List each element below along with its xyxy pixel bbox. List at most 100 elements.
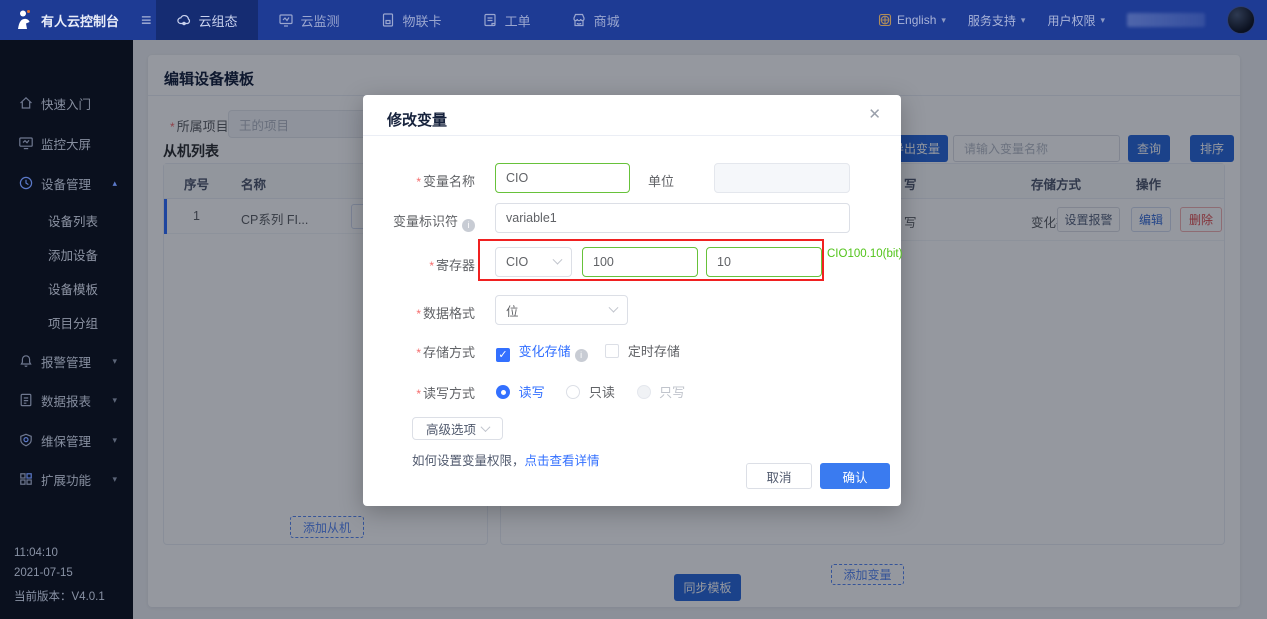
nav-tab-cloud-monitor[interactable]: 云监测 bbox=[258, 0, 360, 40]
chevron-down-icon bbox=[553, 254, 563, 264]
close-icon[interactable]: ✕ bbox=[868, 105, 881, 123]
chevron-down-icon: ▾ bbox=[112, 474, 117, 485]
sidebar-item-device-management[interactable]: 设备管理 ▴ bbox=[0, 172, 133, 194]
confirm-button[interactable]: 确认 bbox=[820, 463, 890, 489]
sidebar-item-maintenance[interactable]: 维保管理 ▾ bbox=[0, 429, 133, 451]
register-type-value: CIO bbox=[506, 255, 554, 269]
divider bbox=[363, 135, 901, 136]
register-preview-text: CIO100.10(bit) bbox=[827, 248, 902, 260]
sidebar-item-extensions[interactable]: 扩展功能 ▾ bbox=[0, 468, 133, 490]
top-navigation-bar: 有人云控制台 ≡ 云组态 云监测 物联卡 bbox=[0, 0, 1267, 40]
nav-tab-label: 云监测 bbox=[301, 11, 340, 30]
sidebar-subitem-add-device[interactable]: 添加设备 bbox=[48, 245, 98, 264]
device-gauge-icon bbox=[18, 175, 34, 191]
sidebar-item-data-report[interactable]: 数据报表 ▾ bbox=[0, 389, 133, 411]
register-bit-input[interactable] bbox=[706, 247, 822, 277]
nav-tab-cloud-scada[interactable]: 云组态 bbox=[156, 0, 258, 40]
chevron-down-icon: ▾ bbox=[1021, 15, 1026, 26]
cloud-icon bbox=[176, 12, 192, 28]
sidebar-item-label: 快速入门 bbox=[41, 94, 91, 113]
permission-dropdown[interactable]: 用户权限 ▾ bbox=[1047, 12, 1105, 29]
logo[interactable]: 有人云控制台 bbox=[0, 9, 133, 31]
help-line: 如何设置变量权限，点击查看详情 bbox=[412, 450, 600, 469]
app-root: 有人云控制台 ≡ 云组态 云监测 物联卡 bbox=[0, 0, 1267, 619]
nav-tab-label: 工单 bbox=[505, 11, 531, 30]
work-order-icon bbox=[482, 12, 498, 28]
shield-icon bbox=[18, 432, 34, 448]
data-format-select[interactable]: 位 bbox=[495, 295, 628, 325]
collapse-menu-icon[interactable]: ≡ bbox=[141, 10, 152, 31]
help-text: 如何设置变量权限， bbox=[412, 454, 525, 468]
nav-tab-label: 物联卡 bbox=[403, 11, 442, 30]
variable-identifier-input[interactable] bbox=[495, 203, 850, 233]
readwrite-radio-label: 读写 bbox=[519, 385, 545, 400]
unit-input[interactable] bbox=[714, 163, 850, 193]
view-details-link[interactable]: 点击查看详情 bbox=[525, 454, 600, 468]
sidebar: 快速入门 监控大屏 设备管理 ▴ 设备列表 添加设备 设备模板 项目分组 报警管… bbox=[0, 40, 133, 619]
chevron-down-icon bbox=[481, 422, 491, 432]
register-type-select[interactable]: CIO bbox=[495, 247, 572, 277]
change-storage-checkbox[interactable]: ✓ bbox=[496, 348, 510, 362]
register-label: *寄存器 bbox=[363, 255, 475, 274]
data-format-value: 位 bbox=[506, 301, 610, 320]
info-icon[interactable]: i bbox=[575, 349, 588, 362]
data-format-label: *数据格式 bbox=[363, 303, 475, 322]
required-asterisk: * bbox=[416, 307, 421, 321]
register-address-input[interactable] bbox=[582, 247, 698, 277]
chevron-up-icon: ▴ bbox=[112, 178, 117, 189]
timed-storage-checkbox[interactable] bbox=[605, 344, 619, 358]
required-asterisk: * bbox=[429, 259, 434, 273]
modal-title: 修改变量 bbox=[387, 109, 447, 130]
support-dropdown[interactable]: 服务支持 ▾ bbox=[968, 12, 1026, 29]
report-icon bbox=[18, 392, 34, 408]
nav-tab-iot-sim[interactable]: 物联卡 bbox=[360, 0, 462, 40]
sidebar-clock-date: 2021-07-15 bbox=[14, 567, 73, 579]
sidebar-item-label: 维保管理 bbox=[41, 431, 91, 450]
sidebar-subitem-device-list[interactable]: 设备列表 bbox=[48, 211, 98, 230]
nav-tab-mall[interactable]: 商城 bbox=[551, 0, 640, 40]
chevron-down-icon bbox=[609, 302, 619, 312]
advanced-options-button[interactable]: 高级选项 bbox=[412, 417, 503, 440]
info-icon[interactable]: i bbox=[462, 219, 475, 232]
required-asterisk: * bbox=[416, 387, 421, 401]
sidebar-item-label: 数据报表 bbox=[41, 391, 91, 410]
change-storage-label: 变化存储 bbox=[519, 344, 571, 359]
monitor-icon bbox=[278, 12, 294, 28]
sidebar-item-label: 监控大屏 bbox=[41, 134, 91, 153]
readwrite-radio[interactable] bbox=[496, 385, 510, 399]
modify-variable-modal: 修改变量 ✕ *变量名称 单位 变量标识符i *寄存器 CIO CIO100.1… bbox=[363, 95, 901, 506]
nav-tab-work-order[interactable]: 工单 bbox=[462, 0, 551, 40]
chevron-down-icon: ▾ bbox=[1100, 15, 1105, 26]
nav-tab-label: 商城 bbox=[594, 11, 620, 30]
usr-person-logo-icon bbox=[14, 9, 34, 31]
sidebar-clock-time: 11:04:10 bbox=[14, 547, 58, 559]
big-screen-icon bbox=[18, 135, 34, 151]
variable-name-label: *变量名称 bbox=[363, 171, 475, 190]
user-avatar[interactable] bbox=[1227, 6, 1255, 34]
chevron-down-icon: ▾ bbox=[941, 15, 946, 26]
chevron-down-icon: ▾ bbox=[112, 435, 117, 446]
language-label: English bbox=[897, 13, 936, 27]
sidebar-item-quick-start[interactable]: 快速入门 bbox=[0, 92, 133, 114]
variable-name-input[interactable] bbox=[495, 163, 630, 193]
sidebar-subitem-project-group[interactable]: 项目分组 bbox=[48, 313, 98, 332]
sidebar-item-alarm-management[interactable]: 报警管理 ▾ bbox=[0, 350, 133, 372]
cancel-button[interactable]: 取消 bbox=[746, 463, 812, 489]
advanced-options-label: 高级选项 bbox=[426, 419, 476, 438]
sim-card-icon bbox=[380, 12, 396, 28]
sidebar-subitem-device-template[interactable]: 设备模板 bbox=[48, 279, 98, 298]
required-asterisk: * bbox=[416, 175, 421, 189]
permission-label: 用户权限 bbox=[1047, 12, 1095, 29]
writeonly-radio[interactable] bbox=[637, 385, 651, 399]
sidebar-item-monitor-screen[interactable]: 监控大屏 bbox=[0, 132, 133, 154]
writeonly-radio-label: 只写 bbox=[659, 385, 685, 400]
readwrite-options: 读写 只读 只写 bbox=[496, 382, 685, 401]
storage-options: ✓ 变化存储i 定时存储 bbox=[496, 341, 680, 362]
storage-method-label: *存储方式 bbox=[363, 342, 475, 361]
chevron-down-icon: ▾ bbox=[112, 395, 117, 406]
bell-icon bbox=[18, 353, 34, 369]
readwrite-method-label: *读写方式 bbox=[363, 383, 475, 402]
language-dropdown[interactable]: English ▾ bbox=[878, 13, 946, 27]
readonly-radio[interactable] bbox=[566, 385, 580, 399]
sidebar-version: 当前版本：V4.0.1 bbox=[14, 588, 105, 604]
